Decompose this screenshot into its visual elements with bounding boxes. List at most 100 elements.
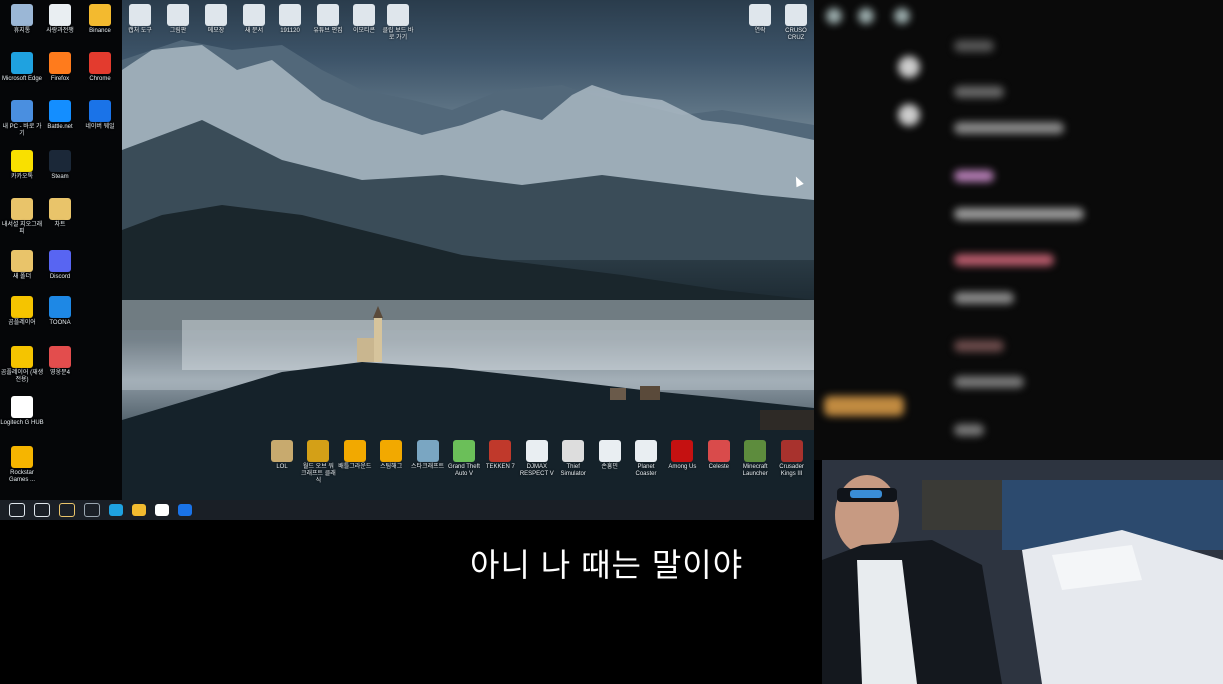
whale-icon[interactable]	[178, 504, 192, 516]
file-explorer-icon[interactable]	[59, 503, 75, 517]
desktop-icon-folder-shortcut[interactable]: 차트	[38, 198, 82, 229]
desktop-icon-steam[interactable]: Steam	[38, 150, 82, 181]
task-view-icon[interactable]	[34, 503, 50, 517]
chat-avatar	[898, 56, 920, 78]
desktop-icon-label: 사랑과전쟁	[46, 28, 74, 34]
desktop-icon-label: 그림판	[169, 28, 187, 34]
hero-icon	[49, 346, 71, 368]
chat-message	[954, 292, 1014, 304]
desktop-icon-starcraft[interactable]: 스타크래프트	[410, 440, 446, 471]
folder-icon	[317, 4, 339, 26]
desktop-icon-notepad[interactable]: 메모장	[198, 4, 234, 35]
desktop-icon-label: Among Us	[668, 464, 697, 470]
desktop-icon-lol[interactable]: LOL	[264, 440, 300, 471]
store-icon[interactable]	[84, 503, 100, 517]
desktop-icon-file[interactable]: Planet Coaster	[628, 440, 664, 478]
desktop-icon-thief[interactable]: Thief Simulator	[555, 440, 591, 478]
pc-icon	[11, 100, 33, 122]
desktop-icon-label: Firefox	[50, 76, 70, 82]
desktop-icon-firefox[interactable]: Firefox	[38, 52, 82, 83]
desktop-icon-label: LOL	[276, 464, 288, 470]
chat-message	[954, 340, 1004, 352]
chat-message	[954, 208, 1084, 220]
desktop-icon-tekken[interactable]: TEKKEN 7	[482, 440, 518, 471]
desktop-icon-pubg[interactable]: 배틀그라운드	[337, 440, 373, 471]
desktop-icon-label: 유튜브 편집	[313, 28, 343, 34]
starcraft-icon	[416, 440, 439, 462]
desktop-icon-label: 손흥민	[601, 464, 618, 470]
desktop-icon-game[interactable]: CRUSO CRUZ	[778, 4, 814, 42]
whale-icon	[89, 100, 111, 122]
windows-start-icon[interactable]	[9, 503, 25, 517]
desktop-icon-amongus[interactable]: Among Us	[664, 440, 700, 471]
desktop-icon-file[interactable]: DJMAX RESPECT V	[519, 440, 555, 478]
folder-shortcut-icon	[11, 198, 33, 220]
streamer-webcam	[822, 460, 1223, 684]
desktop-icon-label: Thief Simulator	[560, 464, 586, 477]
desktop-icon-minecraft[interactable]: Minecraft Launcher	[737, 440, 773, 478]
chat-message	[954, 376, 1024, 388]
desktop-icon-file[interactable]: 사랑과전쟁	[38, 4, 82, 35]
desktop-icon-label: 차트	[54, 222, 66, 228]
desktop-icon-paint[interactable]: 그림판	[160, 4, 196, 35]
mountain-landscape-image	[122, 40, 814, 500]
desktop-icon-label: Battle.net	[47, 124, 73, 130]
desktop-icon-file[interactable]: 이모티콘	[346, 4, 382, 35]
desktop-icon-folder[interactable]: 유튜브 편집	[310, 4, 346, 35]
gomplayer-icon	[11, 346, 33, 368]
desktop-icon-discord[interactable]: Discord	[38, 250, 82, 281]
desktop-icon-whale[interactable]: 네이버 웨일	[78, 100, 122, 131]
folder-icon	[279, 4, 301, 26]
webcam-feed-image	[822, 460, 1223, 684]
steam-icon	[49, 150, 71, 172]
desktop-icon-battlenet[interactable]: Battle.net	[38, 100, 82, 131]
logitech-icon[interactable]	[155, 504, 169, 516]
desktop-icon-pubg[interactable]: 스팀해그	[373, 440, 409, 471]
desktop-icon-label: Crusader Kings III	[779, 464, 804, 477]
edge-icon	[11, 52, 33, 74]
desktop-icon-label: Minecraft Launcher	[742, 464, 768, 477]
desktop-icon-rockstar[interactable]: Rockstar Games ...	[0, 446, 44, 484]
desktop-icon-label: 191120	[280, 28, 300, 34]
file-icon	[598, 440, 621, 462]
rockstar-icon	[11, 446, 33, 468]
desktop-icon-label: 이모티콘	[352, 28, 376, 34]
desktop-icon-label: TEKKEN 7	[485, 464, 515, 470]
desktop-icon-logitech[interactable]: Logitech G HUB	[0, 396, 44, 427]
desktop-icon-chrome[interactable]: Chrome	[78, 52, 122, 83]
amongus-icon	[671, 440, 694, 462]
file-icon	[353, 4, 375, 26]
desktop-icon-label: Chrome	[89, 76, 111, 82]
desktop-icon-label: DJMAX RESPECT V	[519, 464, 554, 477]
paint-icon	[167, 4, 189, 26]
chat-message	[954, 86, 1004, 98]
desktop-wallpaper: 캡처 도구 그림판 메모장 새 문서 191120 유튜브 편집 이모티콘 클립 보드 바로 …	[122, 0, 814, 500]
binance-icon	[89, 4, 111, 26]
app-icon	[749, 4, 771, 26]
desktop-icon-toona[interactable]: TOONA	[38, 296, 82, 327]
binance-icon[interactable]	[132, 504, 146, 516]
desktop-icon-label: 캡처 도구	[128, 28, 152, 34]
chat-message	[954, 122, 1064, 134]
desktop-icon-binance[interactable]: Binance	[78, 4, 122, 35]
desktop-icon-gta[interactable]: Grand Theft Auto V	[446, 440, 482, 478]
desktop-icon-file[interactable]: 손흥민	[592, 440, 628, 471]
wow-icon	[307, 440, 330, 462]
desktop-icon-wow[interactable]: 월드 오브 워크래프트 클래식	[300, 440, 336, 485]
desktop-icon-shortcut[interactable]: 클립 보드 바로 가기	[380, 4, 416, 42]
edge-icon[interactable]	[109, 504, 123, 516]
lol-icon	[271, 440, 293, 462]
chat-message	[954, 170, 994, 182]
pubg-icon	[343, 440, 366, 462]
desktop-icon-celeste[interactable]: Celeste	[701, 440, 737, 471]
desktop-icon-hero[interactable]: 영웅문4	[38, 346, 82, 377]
kakaotalk-icon	[11, 150, 33, 172]
desktop-icon-snipping[interactable]: 캡처 도구	[122, 4, 158, 35]
gomplayer-icon	[11, 296, 33, 318]
desktop-icon-document[interactable]: 새 문서	[236, 4, 272, 35]
desktop-icon-ck3[interactable]: Crusader Kings III	[774, 440, 810, 478]
thief-icon	[562, 440, 585, 462]
chat-avatar	[898, 104, 920, 126]
desktop-icon-folder[interactable]: 191120	[272, 4, 308, 35]
desktop-icon-app[interactable]: 연락	[742, 4, 778, 35]
